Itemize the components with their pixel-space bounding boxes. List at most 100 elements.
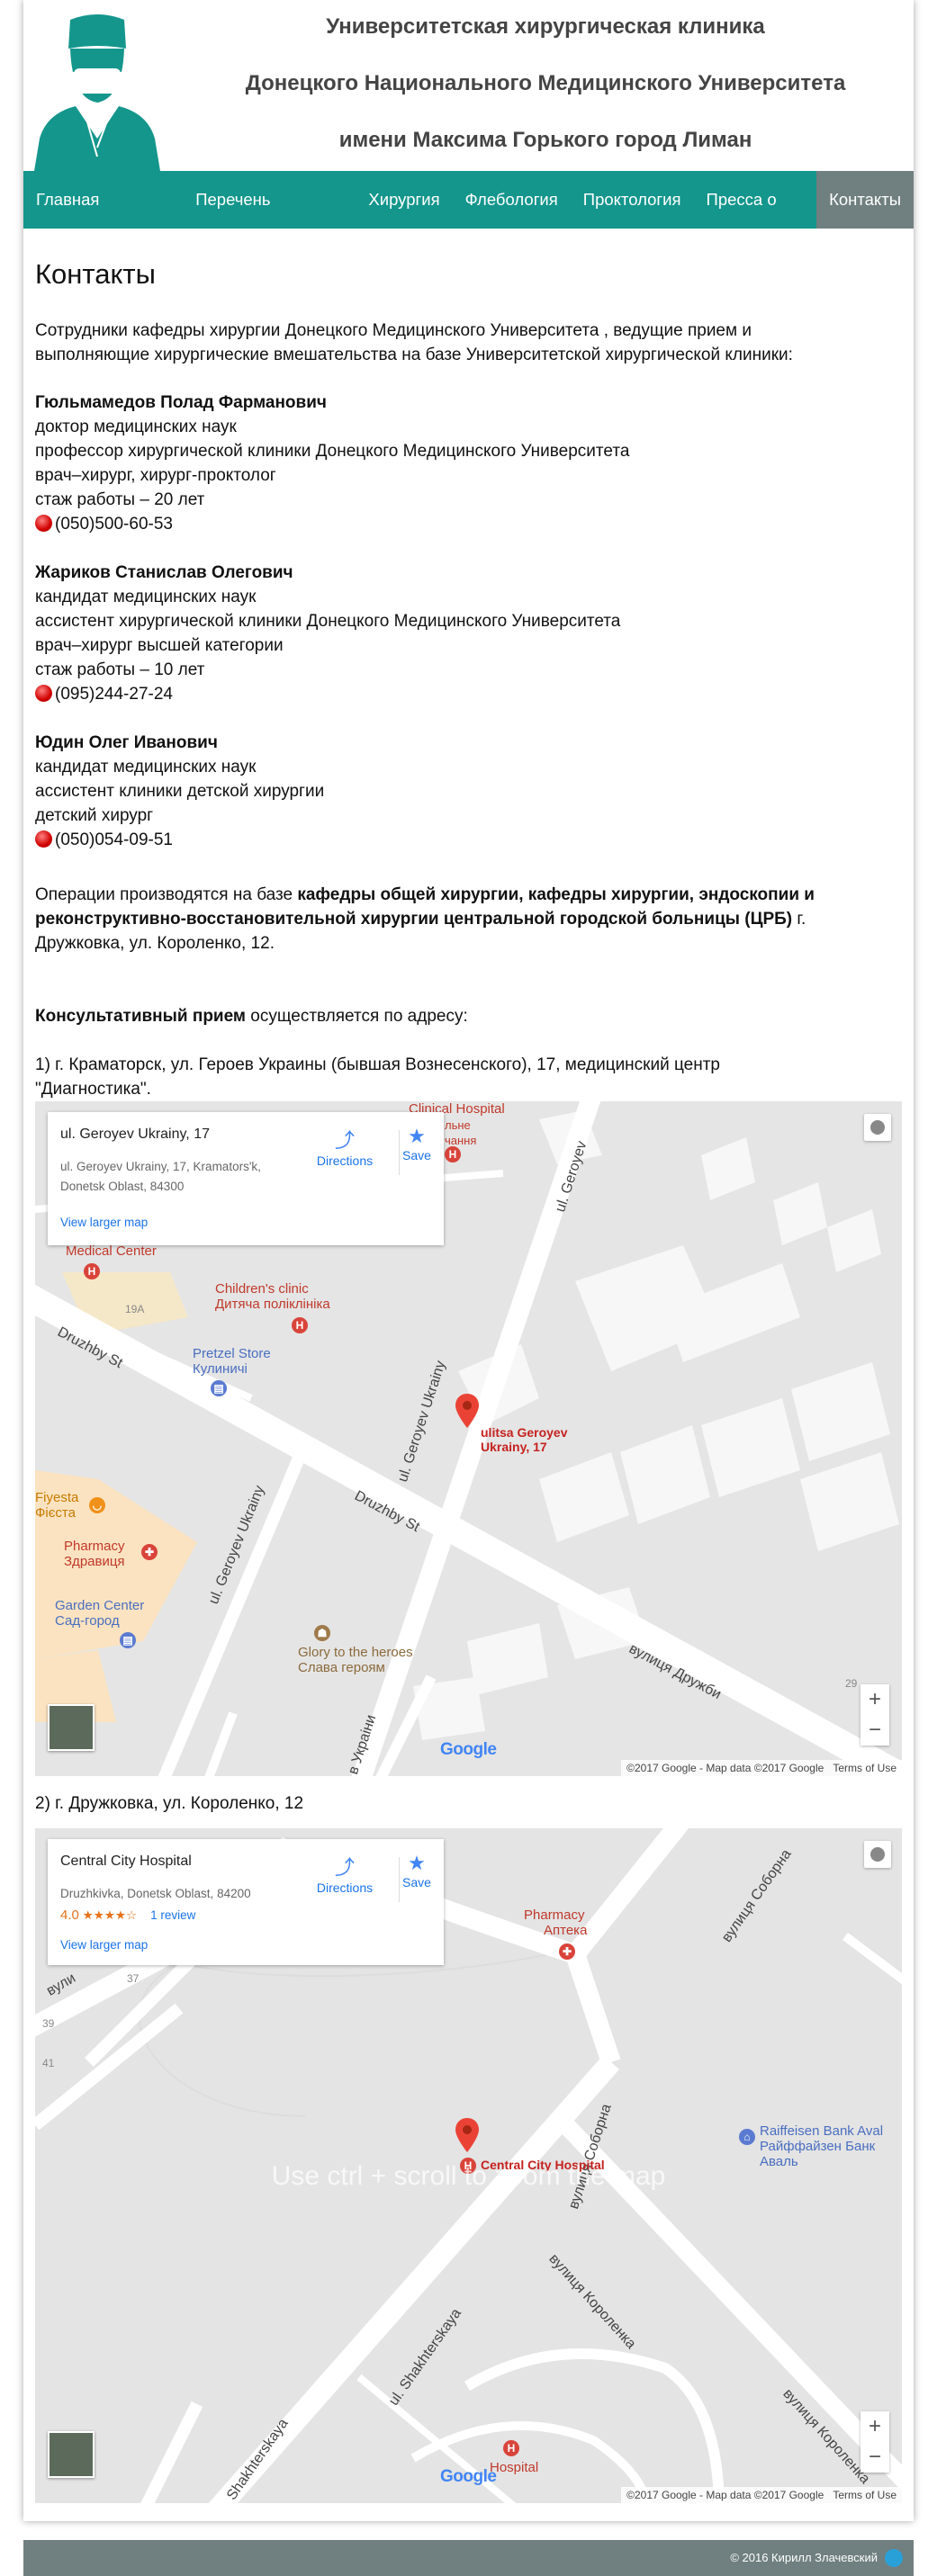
doctor-phone: (050)500-60-53 xyxy=(35,512,173,536)
zoom-in-button[interactable]: + xyxy=(860,1684,889,1715)
poi-label: Raiffeisen Bank Aval xyxy=(760,2123,884,2139)
doctor-detail: доктор медицинских наук xyxy=(35,417,237,436)
hospital-icon: H xyxy=(292,1317,308,1333)
pin-label-line: ulitsa Geroyev xyxy=(481,1425,568,1440)
poi-hospital[interactable]: Hospital xyxy=(490,2460,538,2475)
header-title-line2: Донецкого Национального Медицинского Уни… xyxy=(245,71,846,95)
building-number: 29 xyxy=(845,1677,858,1690)
operations-prefix: Операции производятся на базе xyxy=(35,885,298,904)
poi-pharmacy[interactable]: Pharmacy Здравиця xyxy=(64,1539,125,1569)
poi-label: Фієста xyxy=(35,1505,76,1521)
surgeon-logo-icon xyxy=(34,14,160,171)
poi-glory-heroes[interactable]: Glory to the heroes Слава героям xyxy=(298,1645,413,1675)
poi-pretzel-store[interactable]: Pretzel Store Кулиничі xyxy=(193,1346,271,1377)
poi-label: Кулиничі xyxy=(193,1361,248,1377)
intro-line1: Сотрудники кафедры хирургии Донецкого Ме… xyxy=(35,321,752,340)
directions-button[interactable]: ⤴ Directions xyxy=(304,1852,385,1895)
nav-item-phlebology[interactable]: Флебология xyxy=(453,171,571,229)
phone-icon xyxy=(35,515,52,532)
map-attribution: ©2017 Google - Map data ©2017 Google Ter… xyxy=(621,1760,902,1776)
terms-link[interactable]: Terms of Use xyxy=(833,1762,896,1774)
directions-button[interactable]: ⤴ Directions xyxy=(304,1125,385,1168)
poi-pharmacy[interactable]: Pharmacy Аптека xyxy=(524,1907,587,1938)
operations-bold: кафедры общей хирургии, кафедры хирургии… xyxy=(297,885,815,904)
view-larger-map-link[interactable]: View larger map xyxy=(60,1216,148,1229)
doctor-name: Юдин Олег Иванович xyxy=(35,733,218,752)
map-attribution: ©2017 Google - Map data ©2017 Google Ter… xyxy=(621,2487,902,2503)
doctor-name: Жариков Станислав Олегович xyxy=(35,563,293,582)
zoom-hint-overlay: Use ctrl + scroll to zoom the map xyxy=(271,2161,666,2191)
map-kramatorsk[interactable]: Druzhby St Druzhby St вулиця Дружби ul. … xyxy=(35,1101,902,1776)
doctor-detail: врач–хирург, хирург-проктолог xyxy=(35,466,276,485)
zoom-out-button[interactable]: − xyxy=(860,2442,889,2473)
nav-item-contacts[interactable]: Контакты xyxy=(816,171,914,229)
copyright-text: © 2016 Кирилл Злачевский xyxy=(730,2551,878,2564)
nav-item-home[interactable]: Главная страница xyxy=(23,171,183,266)
pharmacy-icon: ✚ xyxy=(559,1943,575,1960)
save-button[interactable]: ★ Save xyxy=(394,1852,439,1889)
zoom-in-button[interactable]: + xyxy=(860,2411,889,2442)
operations-suffix: г. xyxy=(792,910,806,929)
place-title: ul. Geroyev Ukrainy, 17 xyxy=(60,1126,210,1142)
pin-label-line: Ukrainy, 17 xyxy=(481,1440,547,1454)
doctor-detail: стаж работы – 10 лет xyxy=(35,660,205,679)
save-label: Save xyxy=(402,1148,431,1162)
consult-heading: Консультативный прием осуществляется по … xyxy=(35,1004,468,1028)
street-view-icon[interactable] xyxy=(864,1114,891,1141)
site-footer: © 2016 Кирилл Злачевский xyxy=(23,2540,914,2576)
poi-label: Дитяча поліклініка xyxy=(215,1297,330,1312)
nav-item-operations[interactable]: Перечень операций xyxy=(183,171,356,266)
poi-label: Children's clinic xyxy=(215,1281,309,1297)
poi-fiyesta[interactable]: Fiyesta Фієста xyxy=(35,1490,78,1521)
place-card: ul. Geroyev Ukrainy, 17 ul. Geroyev Ukra… xyxy=(48,1112,444,1245)
save-button[interactable]: ★ Save xyxy=(394,1125,439,1162)
place-card: Central City Hospital Druzhkivka, Donets… xyxy=(48,1839,444,1965)
doctor-detail: профессор хирургической клиники Донецког… xyxy=(35,442,630,461)
satellite-toggle[interactable] xyxy=(48,2431,95,2478)
reviews-link[interactable]: 1 review xyxy=(150,1908,195,1922)
attribution-text: ©2017 Google - Map data ©2017 Google xyxy=(626,1762,824,1774)
intro-line2: выполняющие хирургические вмешательства … xyxy=(35,346,793,364)
doctor-phone: (095)244-27-24 xyxy=(35,682,173,706)
poi-label: Аптека xyxy=(544,1923,588,1938)
poi-clinical-uk: льне чання xyxy=(445,1117,476,1148)
nav-item-surgery[interactable]: Хирургия xyxy=(356,171,452,229)
poi-garden-center[interactable]: Garden Center Сад-город xyxy=(55,1598,144,1629)
shop-icon: ▤ xyxy=(120,1632,136,1648)
satellite-toggle[interactable] xyxy=(48,1704,95,1751)
restaurant-icon: ◡ xyxy=(89,1497,105,1513)
phone-number: (050)054-09-51 xyxy=(55,830,173,849)
save-label: Save xyxy=(402,1875,431,1889)
poi-label: льне xyxy=(445,1118,471,1132)
telegram-icon[interactable] xyxy=(885,2549,903,2567)
doctor-name: Гюльмамедов Полад Фарманович xyxy=(35,393,327,412)
address1-line2: "Диагностика". xyxy=(35,1080,151,1099)
building-number: 37 xyxy=(127,1972,140,1985)
nav-item-press[interactable]: Пресса о нас xyxy=(694,171,817,266)
location-pin-icon[interactable] xyxy=(455,1394,479,1428)
poi-childrens-clinic[interactable]: Children's clinic Дитяча поліклініка xyxy=(215,1281,330,1312)
place-title: Central City Hospital xyxy=(60,1853,192,1869)
poi-label: Pharmacy xyxy=(64,1539,125,1554)
header-title-line3: имени Максима Горького город Лиман xyxy=(338,128,752,152)
address1-line1: 1) г. Краматорск, ул. Героев Украины (бы… xyxy=(35,1055,720,1074)
location-pin-icon[interactable] xyxy=(455,2118,479,2152)
google-logo-text: Google xyxy=(440,2467,497,2486)
terms-link[interactable]: Terms of Use xyxy=(833,2489,896,2501)
poi-label: Слава героям xyxy=(298,1660,385,1675)
poi-medical-center[interactable]: Medical Center xyxy=(66,1243,157,1259)
site-header: Университетская хирургическая клиника До… xyxy=(23,0,914,171)
view-larger-map-link[interactable]: View larger map xyxy=(60,1938,148,1952)
bank-icon: ⌂ xyxy=(739,2129,755,2145)
nav-item-proctology[interactable]: Проктология xyxy=(571,171,694,229)
zoom-out-button[interactable]: − xyxy=(860,1715,889,1746)
main-nav: Главная страница Перечень операций Хирур… xyxy=(23,171,914,266)
map-druzhkivka[interactable]: вулиця Соборна вулиця Соборна вулиця Кор… xyxy=(35,1828,902,2503)
street-view-icon[interactable] xyxy=(864,1841,891,1868)
poi-label: Сад-город xyxy=(55,1613,120,1629)
header-title-line1: Университетская хирургическая клиника xyxy=(326,14,765,39)
place-address: ul. Geroyev Ukrainy, 17, Kramators'k, xyxy=(60,1160,261,1173)
operations-bold: реконструктивно-восстановительной хирург… xyxy=(35,910,793,929)
google-logo: Google xyxy=(440,1740,497,1760)
place-rating: 4.0 ★★★★☆ 1 review xyxy=(60,1906,195,1925)
